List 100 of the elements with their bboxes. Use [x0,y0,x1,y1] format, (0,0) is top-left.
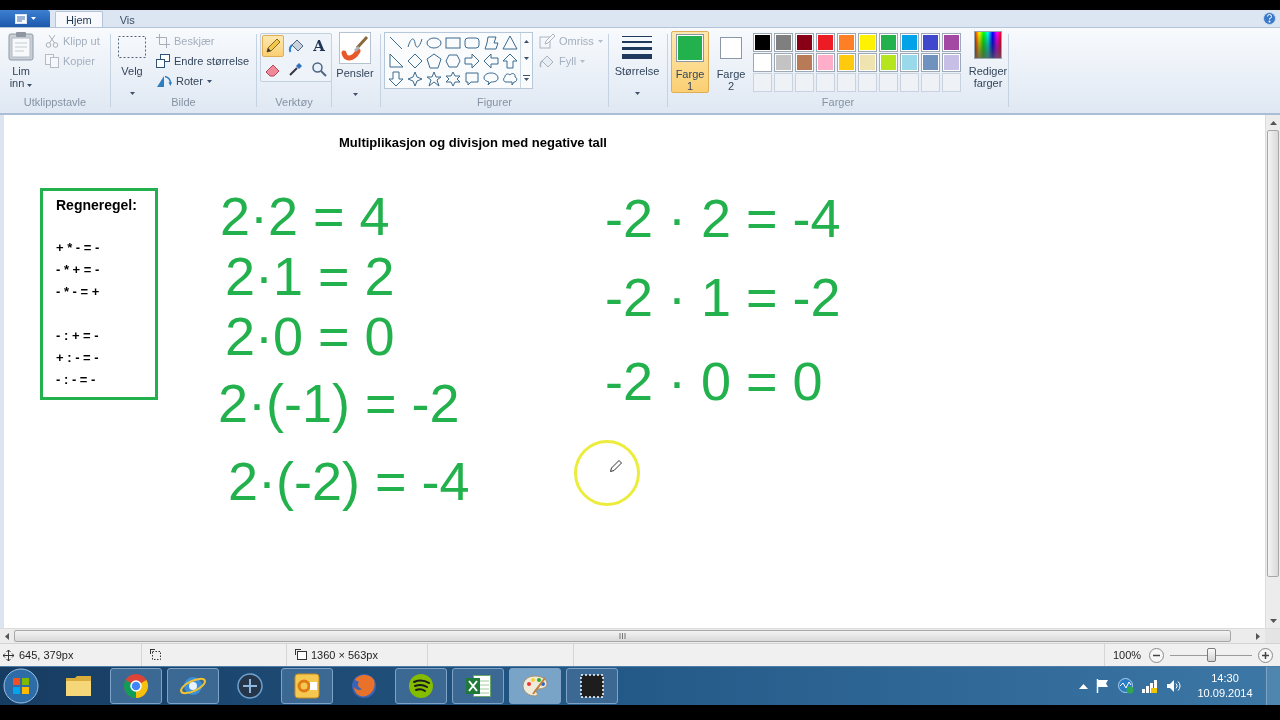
pentagon-shape-icon[interactable] [425,53,442,69]
triangle-shape-icon[interactable] [501,35,518,51]
color-swatch[interactable] [921,33,940,52]
zoom-in-icon[interactable] [1258,647,1273,663]
clock-time[interactable]: 14:30 [1211,671,1239,686]
scrollbar-thumb[interactable] [14,630,1231,642]
rounded-rectangle-shape-icon[interactable] [463,35,480,51]
empty-color-slot[interactable] [942,73,961,92]
hexagon-shape-icon[interactable] [444,53,461,69]
signal-bars-icon[interactable] [1142,679,1158,693]
color-swatch[interactable] [837,53,856,72]
color-swatch[interactable] [942,33,961,52]
gallery-more-icon[interactable] [523,74,530,81]
empty-color-slot[interactable] [816,73,835,92]
handwritten-equation: 2·0 = 0 [225,308,395,364]
pencil-icon [265,38,281,54]
scrollbar-thumb[interactable] [1267,130,1279,577]
color-swatch[interactable] [795,33,814,52]
edit-colors-button[interactable]: Rediger farger [965,31,1011,93]
size-button[interactable]: Størrelse [612,31,662,93]
scroll-up-icon[interactable] [1269,120,1277,125]
horizontal-scrollbar[interactable] [0,629,1265,643]
zoom-out-icon[interactable] [1149,647,1164,663]
taskbar-app-button[interactable] [566,668,618,704]
color-swatch[interactable] [753,53,772,72]
scroll-down-icon[interactable] [1269,618,1277,623]
six-point-star-shape-icon[interactable] [444,71,461,87]
color-swatch[interactable] [858,53,877,72]
drawing-canvas[interactable]: Multiplikasjon og divisjon med negative tall Regneregel: + * - = - - * + = - - * - = + - : + = - + : - = - - : - = - 2·2 = 4 2·1 = 2 2·0 = 0 2·(-1) = -2 2·(-2) = -4 -2 · 2 = -4 -2 · 1 = -2 -2 · 0 = 0 [0,115,1265,628]
color-swatch[interactable] [900,33,919,52]
ribbon-tab[interactable]: Hjem [55,11,103,27]
color-swatch[interactable] [774,33,793,52]
empty-color-slot[interactable] [858,73,877,92]
vertical-scrollbar[interactable] [1265,115,1280,628]
empty-color-slot[interactable] [774,73,793,92]
right-triangle-shape-icon[interactable] [387,53,404,69]
four-point-star-shape-icon[interactable] [406,71,423,87]
color-swatch[interactable] [753,33,772,52]
empty-color-slot[interactable] [921,73,940,92]
oval-shape-icon[interactable] [425,35,442,51]
rule-line: + * - = - [56,239,101,257]
taskbar-app-button[interactable] [281,668,333,704]
ribbon-tab[interactable]: Vis [108,11,146,27]
empty-color-slot[interactable] [900,73,919,92]
scroll-right-icon[interactable] [1256,632,1260,640]
empty-color-slot[interactable] [879,73,898,92]
slider-thumb[interactable] [1207,648,1216,662]
diamond-shape-icon[interactable] [406,53,423,69]
rectangle-callout-shape-icon[interactable] [463,71,480,87]
rotate-button[interactable]: Roter [154,71,252,91]
color-swatch[interactable] [921,53,940,72]
color-swatch[interactable] [774,53,793,72]
zoom-slider[interactable] [1170,648,1252,662]
document-icon [14,13,27,24]
secondary-color-button[interactable]: Farge 2 [713,31,749,93]
drawing-title: Multiplikasjon og divisjon med negative tall [339,135,607,151]
scroll-left-icon[interactable] [5,632,9,640]
right-arrow-shape-icon[interactable] [463,53,480,69]
paste-button[interactable]: Lim inn [3,31,39,93]
color-swatch[interactable] [795,53,814,72]
empty-color-slot[interactable] [753,73,772,92]
select-button[interactable]: Velg [114,31,150,93]
color-swatch[interactable] [858,33,877,52]
color-swatch[interactable] [879,53,898,72]
color-swatch[interactable] [837,33,856,52]
flag-icon[interactable] [1096,679,1110,693]
tool-button[interactable] [262,35,284,57]
help-icon[interactable] [1263,12,1276,25]
color-swatch[interactable] [942,53,961,72]
clock-date[interactable]: 10.09.2014 [1197,686,1253,701]
magnifier-icon [311,61,327,77]
oval-callout-shape-icon[interactable] [482,71,499,87]
cloud-callout-shape-icon[interactable] [501,71,518,87]
up-arrow-shape-icon[interactable] [501,53,518,69]
tool-button[interactable]: A [308,35,330,57]
taskbar-app-button[interactable] [452,668,504,704]
taskbar-app-button[interactable] [395,668,447,704]
color-swatch[interactable] [900,53,919,72]
line-shape-icon[interactable] [387,35,404,51]
primary-color-button[interactable]: Farge 1 [671,31,709,93]
speaker-icon[interactable] [1166,679,1182,693]
down-arrow-shape-icon[interactable] [387,71,404,87]
rules-heading: Regneregel: [56,196,138,214]
network-status-icon[interactable] [1118,678,1134,694]
color-swatch[interactable] [816,53,835,72]
color-swatch[interactable] [879,33,898,52]
show-hidden-icons-icon[interactable] [1079,683,1088,689]
gallery-down-icon[interactable] [524,57,529,61]
brushes-button[interactable]: Pensler [335,31,375,93]
start-orb-icon[interactable] [3,668,39,704]
file-menu-button[interactable] [0,10,50,27]
resize-button[interactable]: Endre størrelse [154,51,252,71]
empty-color-slot[interactable] [837,73,856,92]
polygon-shape-icon[interactable] [482,35,499,51]
curve-shape-icon[interactable] [406,35,423,51]
empty-color-slot[interactable] [795,73,814,92]
five-point-star-shape-icon[interactable] [425,71,442,87]
left-arrow-shape-icon[interactable] [482,53,499,69]
color-swatch[interactable] [816,33,835,52]
gallery-up-icon[interactable] [524,40,529,44]
